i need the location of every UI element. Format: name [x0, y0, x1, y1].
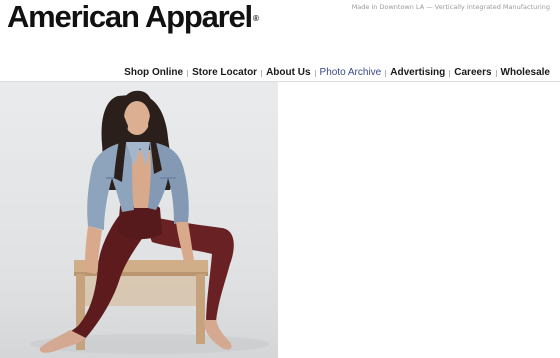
- brand-logo-text: American Apparel: [7, 0, 253, 34]
- nav-wholesale[interactable]: Wholesale: [501, 67, 550, 79]
- main-nav: Shop Online Store Locator About Us Photo…: [124, 67, 550, 79]
- nav-divider: [314, 69, 316, 77]
- model-face: [124, 101, 150, 135]
- nav-about-us[interactable]: About Us: [266, 67, 310, 79]
- tagline: Made in Downtown LA — Vertically Integra…: [351, 3, 550, 11]
- registered-mark: ®: [252, 14, 259, 23]
- nav-divider: [261, 69, 263, 77]
- nav-store-locator[interactable]: Store Locator: [192, 67, 257, 79]
- nav-careers[interactable]: Careers: [454, 67, 491, 79]
- page: American Apparel® Made in Downtown LA — …: [0, 0, 560, 358]
- nav-shop-online[interactable]: Shop Online: [124, 67, 183, 79]
- nav-divider: [495, 69, 497, 77]
- nav-photo-archive[interactable]: Photo Archive: [320, 67, 382, 79]
- photo-illustration: [0, 82, 278, 358]
- nav-divider: [187, 69, 189, 77]
- nav-divider: [385, 69, 387, 77]
- brand-logo[interactable]: American Apparel®: [7, 0, 259, 35]
- nav-advertising[interactable]: Advertising: [390, 67, 445, 79]
- archive-photo[interactable]: [0, 82, 278, 358]
- nav-divider: [449, 69, 451, 77]
